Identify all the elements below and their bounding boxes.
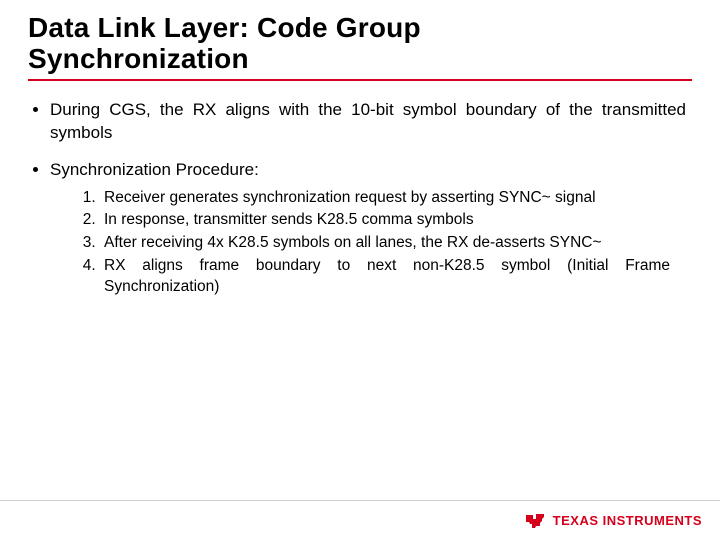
slide-title: Data Link Layer: Code Group Synchronizat… (28, 12, 692, 75)
brand-name: TEXAS INSTRUMENTS (553, 513, 702, 528)
bullet-text: Synchronization Procedure: (50, 160, 259, 179)
bullet-item: Synchronization Procedure: Receiver gene… (50, 159, 686, 299)
step-item: After receiving 4x K28.5 symbols on all … (100, 233, 670, 254)
numbered-steps: Receiver generates synchronization reque… (76, 188, 670, 299)
step-item: In response, transmitter sends K28.5 com… (100, 210, 670, 231)
title-line-1: Data Link Layer: Code Group (28, 12, 421, 43)
title-line-2: Synchronization (28, 43, 249, 74)
slide: Data Link Layer: Code Group Synchronizat… (0, 0, 720, 540)
bullet-item: During CGS, the RX aligns with the 10-bi… (50, 99, 686, 145)
title-underline (28, 79, 692, 81)
ti-chip-icon (525, 512, 547, 530)
brand-logo: TEXAS INSTRUMENTS (525, 512, 702, 530)
bullet-list: During CGS, the RX aligns with the 10-bi… (28, 99, 686, 298)
step-item: Receiver generates synchronization reque… (100, 188, 670, 209)
footer: TEXAS INSTRUMENTS (0, 500, 720, 540)
step-item: RX aligns frame boundary to next non-K28… (100, 256, 670, 298)
